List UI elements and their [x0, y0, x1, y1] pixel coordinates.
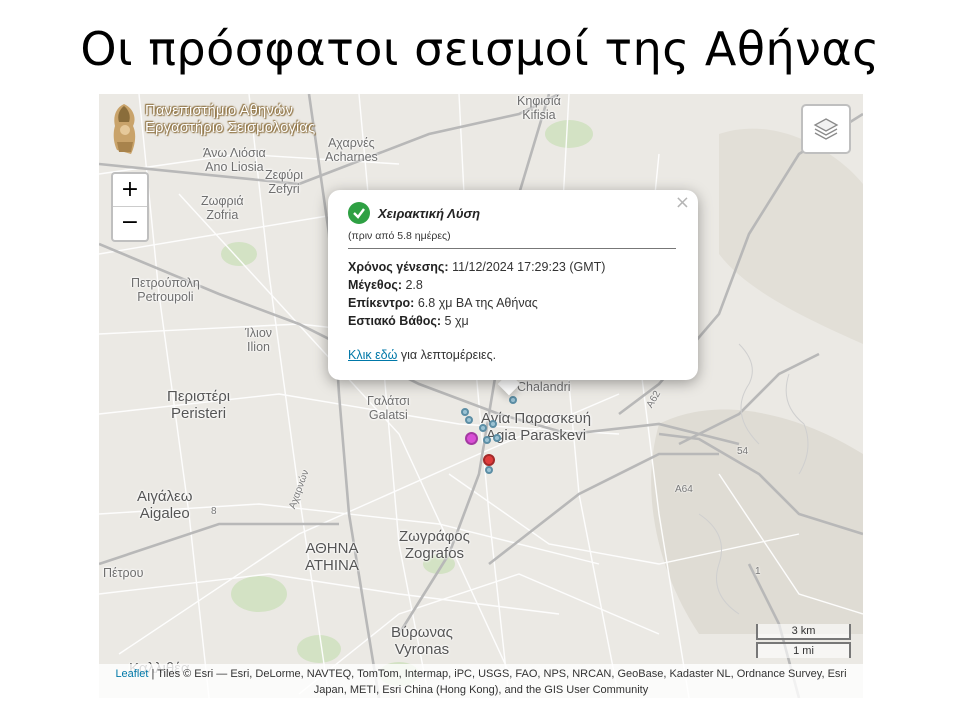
athena-emblem-icon	[113, 104, 136, 154]
earthquake-marker-selected-origin[interactable]	[509, 396, 517, 404]
depth-value: 5 χμ	[444, 314, 469, 328]
earthquake-marker[interactable]	[461, 408, 469, 416]
earthquake-marker[interactable]	[483, 436, 491, 444]
place-aigaleo: Αιγάλεω Aigaleo	[137, 488, 193, 522]
popup-age: (πριν από 5.8 ημέρες)	[348, 230, 451, 242]
logo-line-1: Πανεπιστήμιο Αθηνών	[145, 102, 293, 119]
place-kifisia: Κηφισιά Kifisia	[517, 94, 561, 122]
earthquake-popup: × Χειρακτική Λύση (πριν από 5.8 ημέρες) …	[328, 190, 698, 380]
scale-km: 3 km	[756, 624, 851, 640]
popup-status: Χειρακτική Λύση	[378, 205, 481, 221]
check-icon	[348, 202, 370, 224]
place-zefyri: Ζεφύρι Zefyri	[265, 168, 304, 196]
place-zofria: Ζωφριά Zofria	[201, 194, 244, 222]
earthquake-marker[interactable]	[493, 434, 501, 442]
layers-icon	[813, 118, 839, 140]
zoom-out-button[interactable]: −	[113, 207, 147, 239]
zoom-control: + −	[111, 172, 149, 242]
popup-origin-row: Χρόνος γένεσης: 11/12/2024 17:29:23 (GMT…	[348, 260, 606, 274]
earthquake-marker-magenta[interactable]	[465, 432, 478, 445]
leaflet-link[interactable]: Leaflet	[115, 668, 148, 680]
road-label-1: 1	[755, 566, 761, 577]
epicenter-value: 6.8 χμ ΒΑ της Αθήνας	[417, 296, 538, 310]
attribution-text: | Tiles © Esri — Esri, DeLorme, NAVTEQ, …	[151, 668, 847, 696]
zoom-in-button[interactable]: +	[113, 174, 147, 207]
details-link[interactable]: Κλικ εδώ	[348, 348, 397, 362]
earthquake-marker[interactable]	[489, 420, 497, 428]
road-label-a64: A64	[675, 484, 693, 495]
place-peristeri: Περιστέρι Peristeri	[167, 388, 231, 422]
origin-time-value: 11/12/2024 17:29:23 (GMT)	[452, 260, 606, 274]
place-athina: ΑΘΗΝΑ ATHINA	[305, 540, 359, 574]
popup-close-button[interactable]: ×	[675, 192, 690, 213]
popup-magnitude-row: Μέγεθος: 2.8	[348, 278, 423, 292]
road-label-54: 54	[737, 446, 749, 457]
place-petrou: Πέτρου	[103, 566, 144, 580]
earthquake-marker[interactable]	[465, 416, 473, 424]
popup-details-row: Κλικ εδώ για λεπτομέρειες.	[348, 348, 496, 362]
popup-divider	[348, 248, 676, 249]
place-ilion: Ίλιον Ilion	[245, 326, 273, 354]
popup-depth-row: Εστιακό Βάθος: 5 χμ	[348, 314, 469, 328]
earthquake-marker[interactable]	[485, 466, 493, 474]
place-chalandri: Chalandri	[517, 380, 571, 394]
logo-line-2: Εργαστήριο Σεισμολογίας	[145, 119, 316, 136]
place-vyronas: Βύρωνας Vyronas	[391, 624, 453, 658]
layers-button[interactable]	[801, 104, 851, 154]
earthquake-marker[interactable]	[479, 424, 487, 432]
slide-title: Οι πρόσφατοι σεισμοί της Αθήνας	[80, 22, 880, 76]
details-link-suffix: για λεπτομέρειες.	[400, 348, 497, 362]
scale-bar: 3 km 1 mi	[756, 624, 851, 658]
magnitude-value: 2.8	[405, 278, 423, 292]
map-attribution: Leaflet | Tiles © Esri — Esri, DeLorme, …	[99, 664, 863, 698]
popup-epicenter-row: Επίκεντρο: 6.8 χμ ΒΑ της Αθήνας	[348, 296, 538, 310]
scale-mi: 1 mi	[756, 642, 851, 658]
map[interactable]: A62 A64 54 Αχαρνών 8 1 Κηφισιά Kifisia Αχ…	[99, 94, 863, 698]
place-acharnes: Αχαρνές Acharnes	[325, 136, 378, 164]
seismology-lab-logo: Πανεπιστήμιο Αθηνών Εργαστήριο Σεισμολογ…	[107, 102, 315, 158]
place-zografos: Ζωγράφος Zografos	[399, 528, 470, 562]
road-label-8: 8	[211, 506, 217, 517]
earthquake-marker-red[interactable]	[483, 454, 495, 466]
place-petroupoli: Πετρούπολη Petroupoli	[131, 276, 200, 304]
place-galatsi: Γαλάτσι Galatsi	[367, 394, 410, 422]
